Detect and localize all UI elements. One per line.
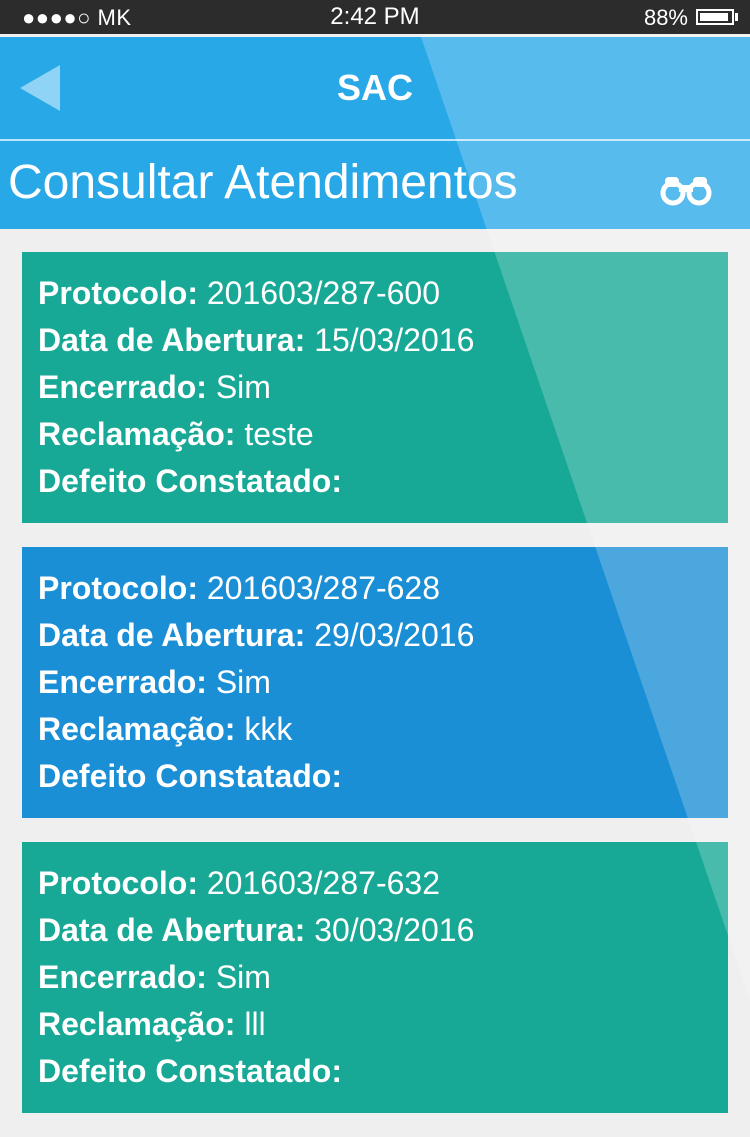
data-abertura-value: 30/03/2016 bbox=[314, 912, 475, 948]
defeito-label: Defeito Constatado: bbox=[38, 463, 342, 499]
battery-icon bbox=[696, 9, 734, 25]
reclamacao-label: Reclamação: bbox=[38, 711, 236, 747]
encerrado-value: Sim bbox=[215, 664, 271, 700]
data-abertura-label: Data de Abertura: bbox=[38, 912, 306, 948]
encerrado-value: Sim bbox=[215, 369, 271, 405]
reclamacao-label: Reclamação: bbox=[38, 1006, 236, 1042]
data-abertura-value: 15/03/2016 bbox=[314, 322, 475, 358]
defeito-label: Defeito Constatado: bbox=[38, 1053, 342, 1089]
ticket-list: Protocolo: 201603/287-600 Data de Abertu… bbox=[22, 252, 728, 1137]
protocolo-value: 201603/287-628 bbox=[206, 570, 440, 606]
protocolo-value: 201603/287-600 bbox=[206, 275, 440, 311]
protocolo-label: Protocolo: bbox=[38, 570, 198, 606]
encerrado-label: Encerrado: bbox=[38, 959, 207, 995]
reclamacao-value: lll bbox=[244, 1006, 266, 1042]
ticket-card[interactable]: Protocolo: 201603/287-600 Data de Abertu… bbox=[22, 252, 728, 523]
status-bar: ●●●●○ MK 2:42 PM 88% bbox=[0, 0, 750, 34]
page-header: Consultar Atendimentos bbox=[0, 141, 750, 229]
page-title: Consultar Atendimentos bbox=[8, 156, 518, 209]
encerrado-value: Sim bbox=[215, 959, 271, 995]
data-abertura-value: 29/03/2016 bbox=[314, 617, 475, 653]
reclamacao-value: teste bbox=[244, 416, 314, 452]
protocolo-label: Protocolo: bbox=[38, 275, 198, 311]
ticket-card[interactable]: Protocolo: 201603/287-628 Data de Abertu… bbox=[22, 547, 728, 818]
clock: 2:42 PM bbox=[330, 3, 420, 30]
nav-bar: SAC bbox=[0, 37, 750, 139]
protocolo-label: Protocolo: bbox=[38, 865, 198, 901]
reclamacao-value: kkk bbox=[244, 711, 293, 747]
protocolo-value: 201603/287-632 bbox=[206, 865, 440, 901]
ticket-card[interactable]: Protocolo: 201603/287-632 Data de Abertu… bbox=[22, 842, 728, 1113]
data-abertura-label: Data de Abertura: bbox=[38, 617, 306, 653]
encerrado-label: Encerrado: bbox=[38, 369, 207, 405]
binoculars-icon[interactable] bbox=[660, 171, 712, 207]
encerrado-label: Encerrado: bbox=[38, 664, 207, 700]
defeito-label: Defeito Constatado: bbox=[38, 758, 342, 794]
battery-percent: 88% bbox=[643, 5, 688, 30]
nav-title: SAC bbox=[336, 67, 413, 108]
reclamacao-label: Reclamação: bbox=[38, 416, 236, 452]
data-abertura-label: Data de Abertura: bbox=[38, 322, 306, 358]
